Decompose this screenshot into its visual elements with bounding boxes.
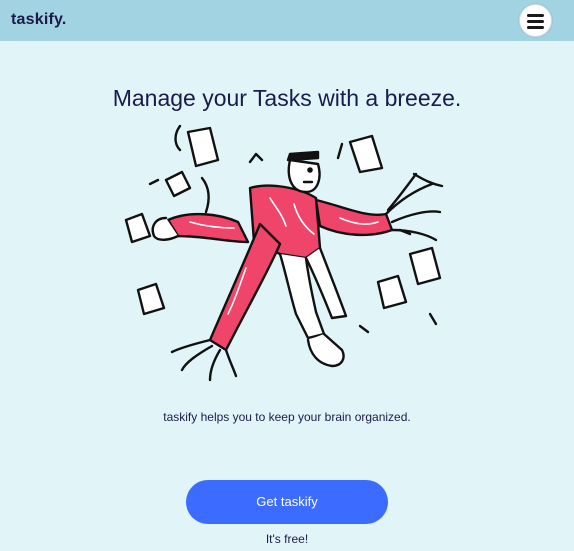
cta-note: It's free! — [265, 532, 309, 546]
hero-tagline: taskify helps you to keep your brain org… — [163, 410, 411, 424]
hero-headline: Manage your Tasks with a breeze. — [112, 85, 462, 111]
navbar: taskify. — [0, 0, 574, 41]
brand-logo[interactable]: taskify. — [11, 11, 67, 29]
menu-button[interactable] — [519, 4, 552, 37]
hero-illustration — [110, 118, 470, 388]
get-taskify-button[interactable]: Get taskify — [186, 480, 388, 524]
